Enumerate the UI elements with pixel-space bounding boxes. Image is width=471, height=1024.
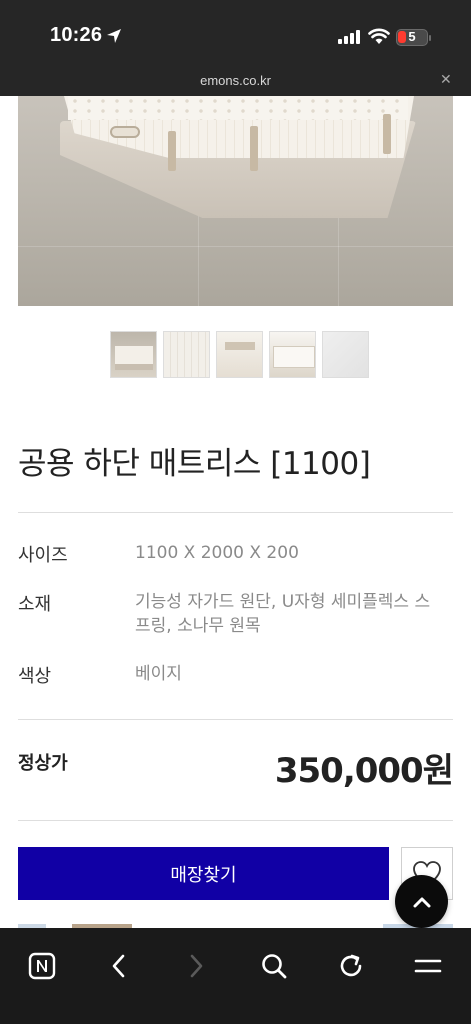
find-store-button[interactable]: 매장찾기	[18, 847, 389, 900]
spec-material-value: 기능성 자가드 원단, U자형 세미플렉스 스프링, 소나무 원목	[135, 592, 431, 636]
thumbnail-4[interactable]	[269, 331, 316, 378]
battery-icon: 5	[396, 29, 428, 46]
thumbnail-3[interactable]	[216, 331, 263, 378]
location-arrow-icon	[107, 29, 121, 43]
status-bar: 10:26 5 emons.co.kr ✕	[0, 0, 471, 96]
status-time: 10:26	[50, 24, 103, 46]
search-button[interactable]	[252, 944, 296, 988]
spec-size-value: 1100 X 2000 X 200	[135, 543, 299, 563]
battery-level: 5	[408, 29, 416, 44]
back-button[interactable]	[97, 944, 141, 988]
address-bar-url[interactable]: emons.co.kr	[0, 73, 471, 88]
close-icon[interactable]: ✕	[440, 72, 452, 88]
menu-icon	[414, 959, 442, 973]
price-label: 정상가	[18, 753, 68, 774]
naver-home-button[interactable]	[20, 944, 64, 988]
cellular-signal-icon	[338, 30, 360, 44]
product-title: 공용 하단 매트리스 [1100]	[18, 446, 371, 482]
wifi-icon	[368, 28, 390, 44]
scroll-top-button[interactable]	[395, 875, 448, 928]
reload-button[interactable]	[329, 944, 373, 988]
menu-button[interactable]	[406, 944, 450, 988]
spec-size-label: 사이즈	[18, 545, 68, 566]
naver-home-icon	[28, 952, 56, 980]
spec-color-label: 색상	[18, 666, 52, 687]
thumbnail-5[interactable]	[322, 331, 369, 378]
reload-icon	[340, 954, 362, 977]
divider	[18, 719, 453, 720]
forward-icon	[190, 954, 203, 978]
back-icon	[112, 954, 125, 978]
divider	[18, 820, 453, 821]
thumbnail-1[interactable]	[110, 331, 157, 378]
spec-material-label: 소재	[18, 594, 52, 615]
thumbnail-strip	[110, 331, 369, 378]
price-value: 350,000원	[274, 751, 454, 791]
thumbnail-2[interactable]	[163, 331, 210, 378]
divider	[18, 512, 453, 513]
spec-color-value: 베이지	[135, 664, 182, 684]
product-main-image[interactable]	[18, 96, 453, 306]
chevron-up-icon	[413, 897, 430, 907]
forward-button[interactable]	[174, 944, 218, 988]
search-icon	[262, 954, 287, 979]
browser-toolbar	[0, 928, 471, 1024]
